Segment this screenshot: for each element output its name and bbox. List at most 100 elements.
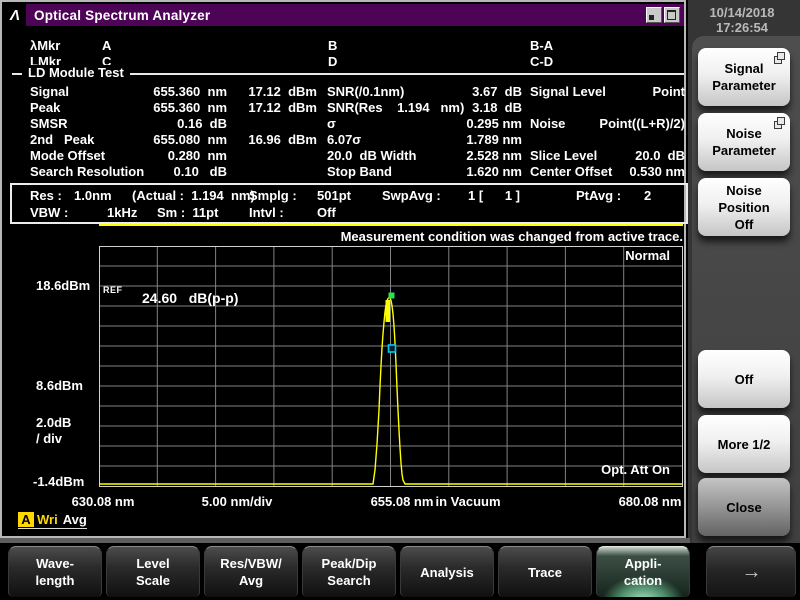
x-axis-div-label: 5.00 nm/div xyxy=(182,494,292,509)
arrow-right-icon: → xyxy=(742,564,761,581)
y-axis-mid-label: 8.6dBm xyxy=(36,378,83,393)
param-value: 3.67 dB xyxy=(415,84,522,100)
param-label: Stop Band xyxy=(327,164,392,180)
trace-slot-badge: A xyxy=(18,512,34,527)
dialog-icon xyxy=(774,52,785,64)
fkey-analysis[interactable]: Analysis xyxy=(400,546,494,597)
param-value: 20.0 dB xyxy=(558,148,685,164)
param-value: 1.620 nm xyxy=(415,164,522,180)
param-label: Signal xyxy=(30,84,69,100)
window-title: Optical Spectrum Analyzer xyxy=(34,8,210,23)
intvl-label: Intvl : xyxy=(249,205,284,221)
fkey-label: Level Scale xyxy=(136,555,170,589)
marker-d-label: D xyxy=(328,54,337,70)
vbw-label: VBW : xyxy=(30,205,68,221)
y-axis-top-label: 18.6dBm xyxy=(36,278,90,293)
marker-a-label: A xyxy=(102,38,111,54)
fkey-label: Trace xyxy=(528,564,562,581)
analysis-section-title: LD Module Test xyxy=(22,65,130,80)
smplg-label: Smplg : xyxy=(249,188,297,204)
marker-b-label: B xyxy=(328,38,337,54)
grid-lines xyxy=(99,246,683,487)
ptavg-value: 2 xyxy=(644,188,651,204)
softkey-noise-parameter[interactable]: Noise Parameter xyxy=(698,113,790,171)
trace-write-mode: Wri xyxy=(37,512,58,527)
function-key-bar: Wave- length Level Scale Res/VBW/ Avg Pe… xyxy=(0,543,800,600)
minimize-button[interactable] xyxy=(646,7,662,23)
anritsu-logo-icon: Λ xyxy=(4,4,26,26)
sweep-settings-box: Res : 1.0nm (Actual : 1.194 nm) Smplg : … xyxy=(10,183,688,224)
softkey-label: Signal Parameter xyxy=(712,60,776,94)
softkey-close[interactable]: Close xyxy=(698,478,790,536)
param-value: 655.360 nm xyxy=(97,100,227,116)
param-label: σ xyxy=(327,116,336,132)
trace-dense-segment xyxy=(386,300,391,322)
param-label: SNR(/0.1nm) xyxy=(327,84,404,100)
res-actual: (Actual : 1.194 nm) xyxy=(132,188,255,204)
swpavg-value: 1 [ 1 ] xyxy=(468,188,520,204)
title-bar: Λ Optical Spectrum Analyzer xyxy=(4,4,684,26)
softkey-more[interactable]: More 1/2 xyxy=(698,415,790,473)
ref-value: 24.60 dB(p-p) xyxy=(142,290,238,306)
param-value: 3.18 dB xyxy=(415,100,522,116)
table-row: Search Resolution 0.10 dB Stop Band 1.62… xyxy=(2,164,688,180)
date: 10/14/2018 xyxy=(688,5,796,20)
param-value: 0.530 nm xyxy=(558,164,685,180)
wl-marker-label: λMkr xyxy=(30,38,60,54)
param-value: 1.789 nm xyxy=(415,132,522,148)
softkey-label: Noise Position Off xyxy=(718,182,769,233)
param-value: 655.080 nm xyxy=(97,132,227,148)
opt-att-status: Opt. Att On xyxy=(540,462,670,477)
spectrum-graph xyxy=(99,246,683,487)
fkey-trace[interactable]: Trace xyxy=(498,546,592,597)
smoothing-value: Sm : 11pt xyxy=(157,205,218,221)
minimize-icon xyxy=(649,15,654,20)
y-axis-scale-unit: / div xyxy=(36,431,62,446)
time: 17:26:54 xyxy=(688,20,796,35)
trace-mode-label: Normal xyxy=(540,248,670,263)
softkey-label: Noise Parameter xyxy=(712,125,776,159)
fkey-level-scale[interactable]: Level Scale xyxy=(106,546,200,597)
dialog-icon xyxy=(774,117,785,129)
param-value: 0.16 dB xyxy=(97,116,227,132)
maximize-button[interactable] xyxy=(664,7,680,23)
active-trace-indicator: A Wri Avg xyxy=(18,512,87,529)
vbw-value: 1kHz xyxy=(107,205,137,221)
param-value: 17.12 dBm xyxy=(235,84,317,100)
fkey-more-menu[interactable]: → xyxy=(706,546,796,597)
table-row: Mode Offset 0.280 nm 20.0 dB Width 2.528… xyxy=(2,148,688,164)
trace-avg-mode: Avg xyxy=(63,512,87,527)
table-row: Peak 655.360 nm 17.12 dBm SNR(Res 1.194 … xyxy=(2,100,688,116)
table-row: Signal 655.360 nm 17.12 dBm SNR(/0.1nm) … xyxy=(2,84,688,100)
param-value: 0.280 nm xyxy=(97,148,227,164)
param-label: SMSR xyxy=(30,116,68,132)
fkey-res-vbw-avg[interactable]: Res/VBW/ Avg xyxy=(204,546,298,597)
softkey-off[interactable]: Off xyxy=(698,350,790,408)
param-value: 0.295 nm xyxy=(415,116,522,132)
param-value: 17.12 dBm xyxy=(235,100,317,116)
measurement-notice: Measurement condition was changed from a… xyxy=(282,229,683,244)
fkey-label: Appli- cation xyxy=(624,555,662,589)
marker-cd-label: C-D xyxy=(530,54,553,70)
param-value: 16.96 dBm xyxy=(235,132,317,148)
y-axis-bottom-label: -1.4dBm xyxy=(33,474,84,489)
maximize-icon xyxy=(667,10,676,20)
param-label: 6.07σ xyxy=(327,132,361,148)
smplg-value: 501pt xyxy=(317,188,351,204)
param-value: 2.528 nm xyxy=(415,148,522,164)
x-axis-medium-label: in Vacuum xyxy=(413,494,523,509)
param-label: 2nd Peak xyxy=(30,132,94,148)
osa-window: Λ Optical Spectrum Analyzer λMkr A B B-A… xyxy=(0,0,686,538)
softkey-noise-position[interactable]: Noise Position Off xyxy=(698,178,790,236)
fkey-peak-dip-search[interactable]: Peak/Dip Search xyxy=(302,546,396,597)
softkey-signal-parameter[interactable]: Signal Parameter xyxy=(698,48,790,106)
fkey-wavelength[interactable]: Wave- length xyxy=(8,546,102,597)
ref-label: REF xyxy=(103,285,123,295)
datetime: 10/14/2018 17:26:54 xyxy=(688,5,796,35)
marker-ba-label: B-A xyxy=(530,38,553,54)
res-value: 1.0nm xyxy=(74,188,112,204)
table-row: 2nd Peak 655.080 nm 16.96 dBm 6.07σ 1.78… xyxy=(2,132,688,148)
fkey-application[interactable]: Appli- cation xyxy=(596,546,690,597)
param-value: Point((L+R)/2) xyxy=(558,116,685,132)
fkey-label: Wave- length xyxy=(36,555,75,589)
